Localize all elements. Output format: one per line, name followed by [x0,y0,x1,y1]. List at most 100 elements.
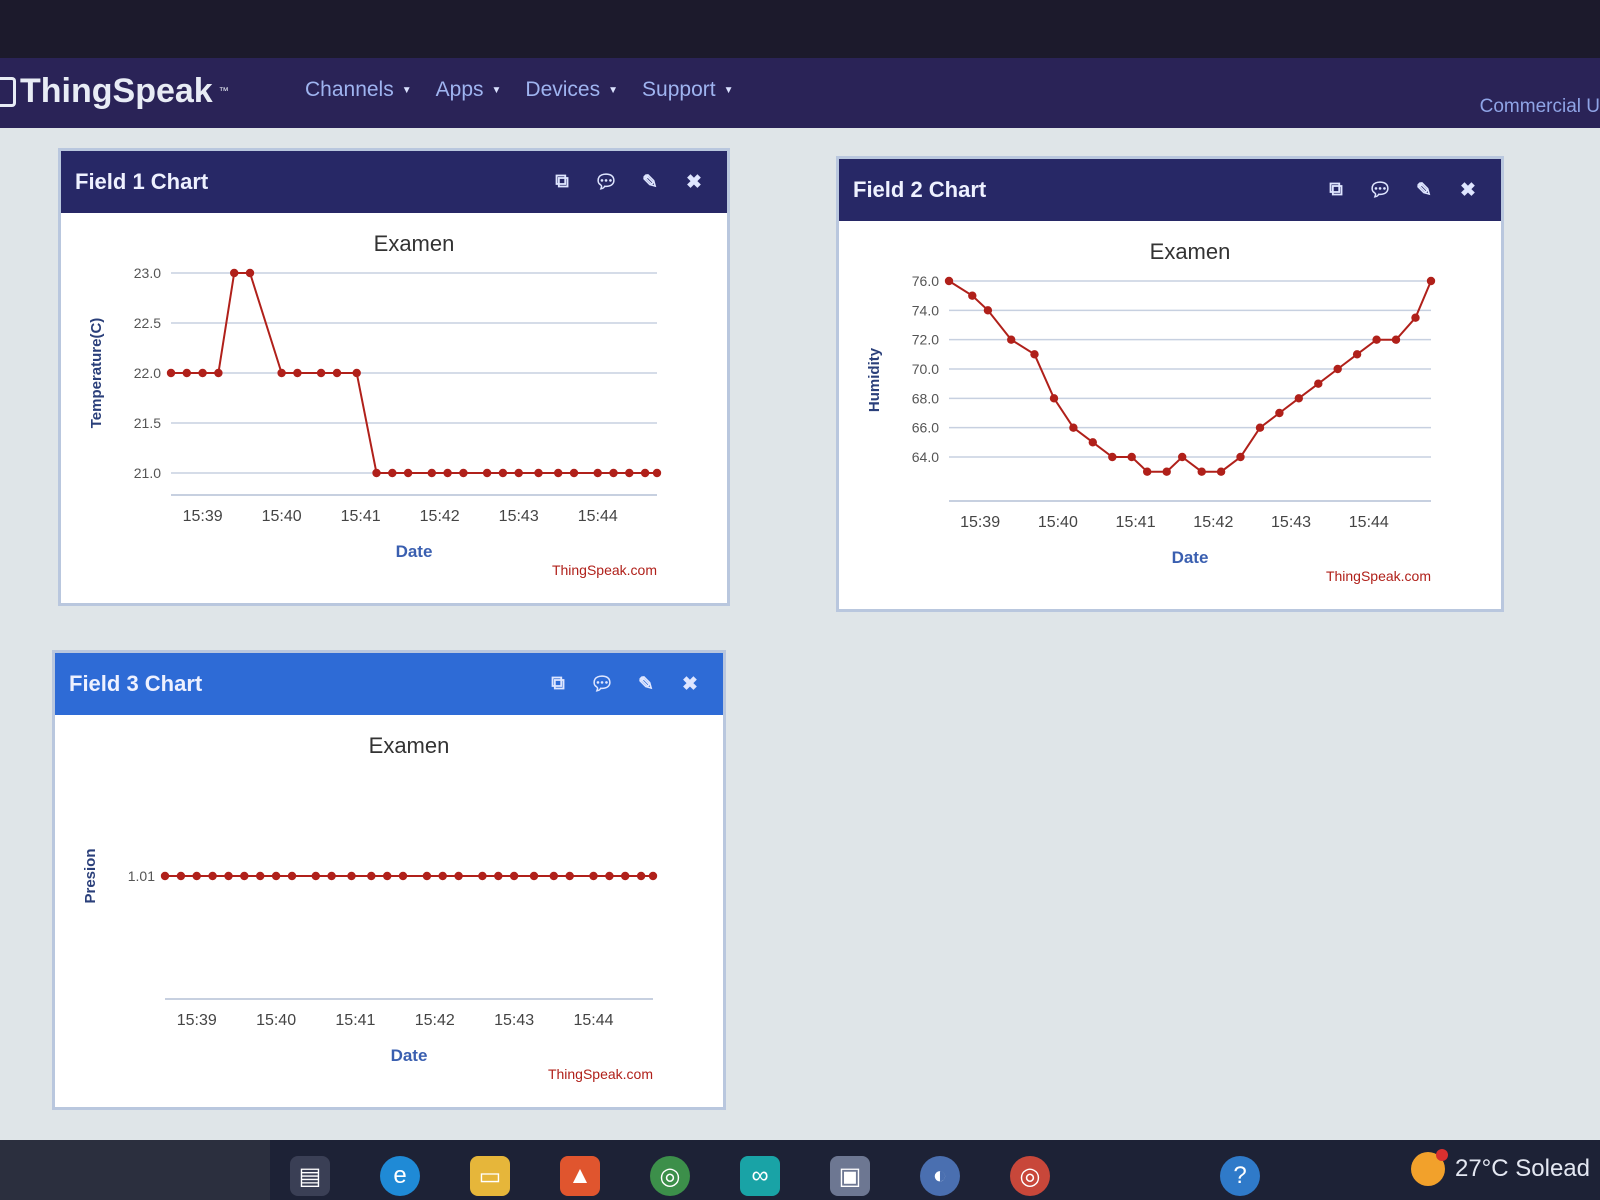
x-tick-label: 15:39 [960,514,1000,531]
data-point [1069,423,1078,432]
data-point [383,871,392,881]
x-tick-label: 15:39 [177,1012,217,1029]
x-axis-label: Date [391,1046,428,1065]
external-link-icon[interactable]: ⧉ [1325,179,1347,201]
panel-title: Field 2 Chart [853,177,987,202]
data-point [1162,467,1171,476]
x-tick-label: 15:40 [262,508,302,525]
comment-icon[interactable]: 💬︎ [594,171,618,193]
x-tick-label: 15:42 [415,1012,455,1029]
x-tick-label: 15:41 [335,1012,375,1029]
data-point [1314,379,1323,388]
y-axis-label: Presion [82,848,99,903]
data-point [1030,350,1039,359]
trademark-mark: ™ [218,86,229,97]
data-point [403,468,413,478]
data-point [1216,467,1226,476]
panel-header: Field 2 Chart ⧉ 💬︎ ✎ ✖ [839,159,1501,221]
data-point [182,368,191,378]
data-point [372,468,381,478]
data-point [230,268,239,278]
arduino-icon[interactable]: ∞ [740,1156,780,1196]
close-icon[interactable]: ✖ [1457,179,1479,201]
app-icon-2[interactable]: ◐ [920,1156,960,1196]
x-tick-label: 15:42 [420,508,460,525]
data-point [652,468,662,478]
x-tick-label: 15:44 [1349,514,1389,531]
panel-header: Field 3 Chart ⧉ 💬︎ ✎ ✖ [55,653,723,715]
data-point [1333,364,1342,374]
y-tick-label: 64.0 [912,449,939,465]
panel-title: Field 3 Chart [69,671,203,696]
caret-down-icon: ▼ [401,84,412,96]
chart-title: Examen [374,231,455,256]
external-link-icon[interactable]: ⧉ [547,673,569,695]
x-tick-label: 15:43 [1271,514,1311,531]
pencil-icon[interactable]: ✎ [639,171,661,193]
data-point [1294,394,1303,403]
data-point [944,276,954,286]
thingspeak-logo-icon [0,76,16,107]
panel-header: Field 1 Chart ⧉ 💬︎ ✎ ✖ [61,151,727,213]
data-point [534,468,543,478]
y-tick-label: 21.0 [134,465,161,481]
external-link-icon[interactable]: ⧉ [551,171,573,193]
weather-widget[interactable]: 27°C Solead [1410,1149,1590,1186]
x-axis-label: Date [1172,548,1209,567]
brand-name: ThingSpeak [20,72,213,110]
brand-logo[interactable]: ThingSpeak ™ [0,72,229,111]
data-point [388,468,397,478]
field-1-chart: Examen 23.0 22.5 22.0 21.5 21.0 15:39 15:40 15:4… [61,213,727,603]
data-point [1108,452,1117,462]
y-tick-label: 22.5 [134,315,161,331]
chrome-icon-2[interactable]: ◎ [1010,1156,1050,1196]
nav-channels[interactable]: Channels ▼ [305,78,412,102]
comment-icon[interactable]: 💬︎ [590,673,614,695]
data-point [192,871,201,881]
data-point [316,368,326,378]
close-icon[interactable]: ✖ [683,171,705,193]
data-point [443,468,452,478]
chart-credit: ThingSpeak.com [552,562,657,578]
data-point [160,871,170,881]
close-icon[interactable]: ✖ [679,673,701,695]
file-explorer-icon[interactable]: ▭ [470,1156,510,1196]
chrome-icon[interactable]: ◎ [650,1156,690,1196]
pencil-icon[interactable]: ✎ [635,673,657,695]
navbar: ThingSpeak ™ Channels ▼ Apps ▼ Devices ▼ Su… [0,58,1600,128]
help-icon[interactable]: ? [1220,1156,1260,1196]
brave-icon[interactable]: ▲ [560,1156,600,1196]
widgets-icon[interactable]: ▤ [290,1156,330,1196]
data-point [509,871,519,881]
pencil-icon[interactable]: ✎ [1413,179,1435,201]
x-tick-label: 15:40 [1038,514,1078,531]
x-tick-label: 15:44 [573,1012,613,1029]
x-tick-label: 15:41 [1116,514,1156,531]
comment-icon[interactable]: 💬︎ [1368,179,1392,201]
data-point [494,871,503,881]
data-point [569,468,579,478]
chart-area: Examen 76.0 74.0 72.0 70.0 68.0 66.0 64.0 15:39 1… [839,221,1501,609]
x-tick-label: 15:44 [578,508,618,525]
x-tick-label: 15:41 [341,508,381,525]
nav-apps[interactable]: Apps ▼ [436,78,502,102]
data-point [245,268,255,278]
y-tick-label: 22.0 [134,365,161,381]
field-3-chart: Examen 1.01 15:39 15:40 15:41 15:42 15:43 15:44… [55,715,723,1107]
nav-devices[interactable]: Devices ▼ [525,78,618,102]
y-tick-label: 23.0 [134,265,161,281]
commercial-use-link[interactable]: Commercial U [1480,96,1600,118]
edge-icon[interactable]: e [380,1156,420,1196]
data-point [621,871,630,881]
app-icon[interactable]: ▣ [830,1156,870,1196]
data-point [609,468,618,478]
caret-down-icon: ▼ [723,84,734,96]
data-point [459,468,468,478]
data-point [1275,408,1284,418]
data-point [549,871,558,881]
data-point [625,468,634,478]
chart-area: Examen 1.01 15:39 15:40 15:41 15:42 15:43 15:44… [55,715,723,1107]
data-point [529,871,539,881]
y-tick-label: 68.0 [912,390,939,406]
nav-support[interactable]: Support ▼ [642,78,733,102]
